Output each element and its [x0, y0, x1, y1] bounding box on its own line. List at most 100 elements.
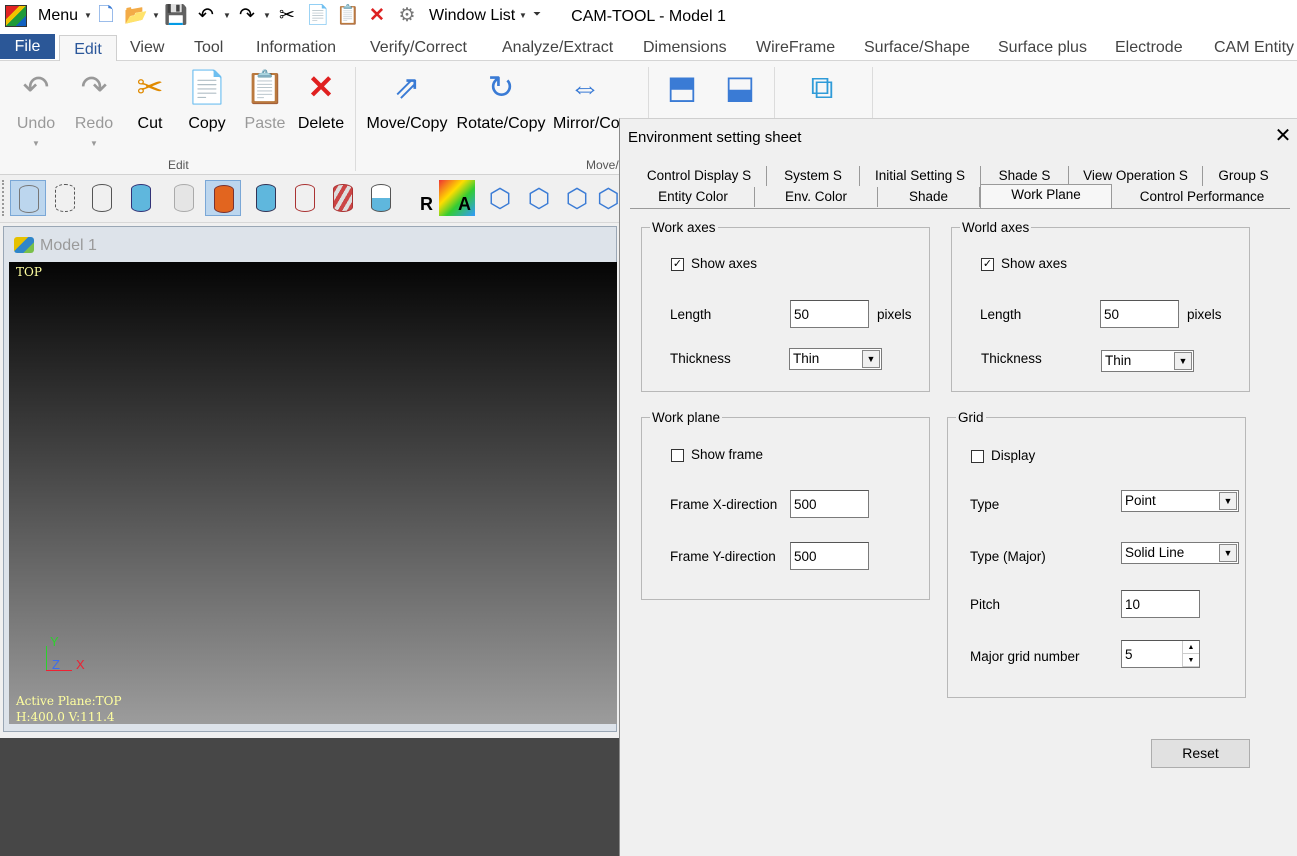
tab-tool[interactable]: Tool [194, 34, 223, 60]
world-show-axes-checkbox[interactable]: ✓ [981, 258, 994, 271]
display-toolbar: R A ⬡ ⬡ ⬡ ⬡ [0, 176, 620, 223]
tab-shade-s[interactable]: Shade S [981, 166, 1069, 186]
shape-offset-button[interactable]: ⬓ [718, 61, 762, 115]
tab-file[interactable]: File [0, 34, 55, 59]
tab-work-plane[interactable]: Work Plane [980, 184, 1112, 208]
mirror-copy-button[interactable]: ⇔ Mirror/Co [550, 61, 620, 151]
major-grid-spinner[interactable]: ▲ ▼ [1182, 641, 1199, 667]
grid-type-select[interactable]: Point ▼ [1121, 490, 1239, 512]
view-top-cube-icon[interactable]: ⬡ [521, 180, 557, 216]
tab-surface-shape[interactable]: Surface/Shape [864, 34, 970, 60]
mirror-copy-icon: ⇔ [569, 69, 601, 105]
tab-panel-border [630, 208, 1290, 209]
axis-y-label: Y [50, 634, 59, 649]
redo-dropdown-arrow[interactable]: ▼ [66, 139, 122, 148]
tab-cam-entity[interactable]: CAM Entity [1214, 34, 1294, 60]
graphics-viewport[interactable]: TOP Y Z X Active Plane:TOP H:400.0 V:111… [9, 262, 617, 724]
frame-y-input[interactable] [790, 542, 869, 570]
undo-label: Undo [16, 115, 56, 132]
model-window-title: Model 1 [40, 237, 97, 254]
chevron-down-icon[interactable]: ▼ [862, 350, 880, 368]
grid-type-label: Type [970, 497, 1000, 512]
paste-button[interactable]: 📋 Paste [240, 61, 290, 151]
work-axes-group: Work axes [641, 220, 930, 392]
tab-group-s[interactable]: Group S [1203, 166, 1284, 186]
draft-display-icon[interactable] [363, 180, 399, 216]
tab-edit[interactable]: Edit [59, 35, 117, 62]
world-show-axes-label: Show axes [1001, 256, 1068, 271]
grid-pitch-label: Pitch [970, 597, 1001, 612]
undo-icon: ↶ [22, 69, 50, 105]
shaded-edge-display-icon[interactable] [248, 180, 284, 216]
tab-control-performance[interactable]: Control Performance [1112, 187, 1292, 207]
tab-system-s[interactable]: System S [767, 166, 860, 186]
delete-x-icon: ✕ [307, 69, 335, 105]
cut-button[interactable]: ✂ Cut [126, 61, 174, 151]
wireframe-display-icon[interactable] [10, 180, 46, 216]
tab-view-operation-s[interactable]: View Operation S [1069, 166, 1203, 186]
shaded-display-icon[interactable] [123, 180, 159, 216]
group-label-edit: Edit [168, 158, 189, 172]
tab-surface-plus[interactable]: Surface plus [998, 34, 1087, 60]
chevron-down-icon[interactable]: ▼ [1219, 492, 1237, 510]
undo-button[interactable]: ↶ Undo ▼ [8, 61, 64, 151]
radius-analysis-icon[interactable]: R [401, 180, 437, 216]
chevron-down-icon[interactable]: ▼ [1219, 544, 1237, 562]
tab-information[interactable]: Information [256, 34, 336, 60]
copy-label: Copy [188, 115, 226, 132]
work-thickness-select[interactable]: Thin ▼ [789, 348, 882, 370]
spin-up-icon[interactable]: ▲ [1183, 641, 1199, 654]
environment-setting-dialog: Environment setting sheet ✕ Control Disp… [619, 118, 1297, 856]
redo-button[interactable]: ↷ Redo ▼ [66, 61, 122, 151]
tab-control-display-s[interactable]: Control Display S [632, 166, 767, 186]
copy-button[interactable]: 📄 Copy [182, 61, 232, 151]
tab-wireframe[interactable]: WireFrame [756, 34, 835, 60]
tab-dimensions[interactable]: Dimensions [643, 34, 727, 60]
tab-analyze-extract[interactable]: Analyze/Extract [502, 34, 613, 60]
undo-dropdown-arrow[interactable]: ▼ [8, 139, 64, 148]
highlight-display-icon[interactable] [205, 180, 241, 216]
frame-x-input[interactable] [790, 490, 869, 518]
rotate-copy-icon: ↻ [487, 69, 515, 105]
view-side-cube-icon[interactable]: ⬡ [597, 180, 620, 216]
outline-display-icon[interactable] [84, 180, 120, 216]
paste-label: Paste [244, 115, 286, 132]
show-frame-checkbox[interactable] [671, 449, 684, 462]
close-icon[interactable]: ✕ [1272, 125, 1294, 147]
world-length-input[interactable] [1100, 300, 1179, 328]
rotate-copy-button[interactable]: ↻ Rotate/Copy [454, 61, 548, 151]
tab-env-color[interactable]: Env. Color [755, 187, 878, 207]
view-iso-axes-icon[interactable]: ⬡ [482, 180, 518, 216]
work-show-axes-checkbox[interactable]: ✓ [671, 258, 684, 271]
tab-entity-color[interactable]: Entity Color [632, 187, 755, 207]
toolbar-grip[interactable] [2, 180, 7, 216]
tab-verify-correct[interactable]: Verify/Correct [370, 34, 467, 60]
hidden-line-display-icon[interactable] [47, 180, 83, 216]
angle-analysis-icon[interactable]: A [439, 180, 475, 216]
delete-button[interactable]: ✕ Delete [294, 61, 348, 151]
world-thickness-select[interactable]: Thin ▼ [1101, 350, 1194, 372]
delete-label: Delete [297, 115, 345, 132]
title-bar: Menu ▼ 🗋 📂 ▼ 💾 ↶ ▼ ↷ ▼ ✂ 📄 📋 ✕ ⚙ Window … [0, 0, 1297, 34]
section-display-icon[interactable] [287, 180, 323, 216]
chevron-down-icon[interactable]: ▼ [1174, 352, 1192, 370]
move-copy-button[interactable]: ⇗ Move/Copy [362, 61, 452, 151]
tab-shade[interactable]: Shade [878, 187, 980, 207]
shape-transform-button[interactable]: ⬒ [660, 61, 704, 115]
view-front-cube-icon[interactable]: ⬡ [559, 180, 595, 216]
grid-pitch-input[interactable] [1121, 590, 1200, 618]
tab-initial-setting-s[interactable]: Initial Setting S [860, 166, 981, 186]
world-length-unit: pixels [1187, 307, 1222, 322]
tab-electrode[interactable]: Electrode [1115, 34, 1183, 60]
tab-view[interactable]: View [130, 34, 164, 60]
spin-down-icon[interactable]: ▼ [1183, 654, 1199, 667]
grid-display-checkbox[interactable] [971, 450, 984, 463]
transparent-display-icon[interactable] [166, 180, 202, 216]
work-length-input[interactable] [790, 300, 869, 328]
curvature-display-icon[interactable] [325, 180, 361, 216]
reset-button[interactable]: Reset [1151, 739, 1250, 768]
grid-type-major-select[interactable]: Solid Line ▼ [1121, 542, 1239, 564]
layer-copy-button[interactable]: ⧉ [798, 61, 846, 115]
frame-x-label: Frame X-direction [670, 497, 778, 512]
world-axes-legend: World axes [962, 220, 1030, 235]
